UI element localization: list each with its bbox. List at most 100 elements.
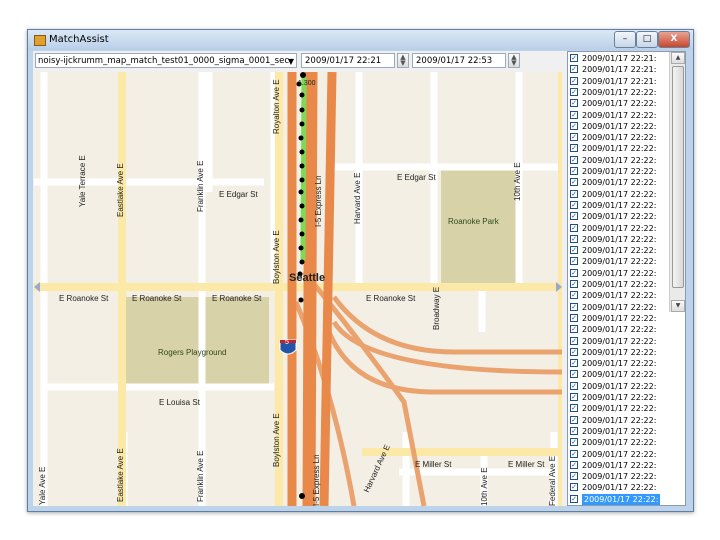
list-item[interactable]: ✓ 2009/01/17 22:22: [568,347,670,358]
timestamp-text: 2009/01/17 22:22: [582,87,657,97]
row-checkbox[interactable]: ✓ [570,313,578,322]
list-item[interactable]: ✓ 2009/01/17 22:22: [568,166,670,177]
end-time-spinner[interactable]: ▲ ▼ [508,53,520,68]
start-time-picker[interactable]: 2009/01/17 22:21 [301,53,395,68]
row-checkbox[interactable]: ✓ [570,234,578,243]
list-item[interactable]: ✓ 2009/01/17 22:22: [568,415,670,426]
list-item[interactable]: ✓ 2009/01/17 22:22: [568,121,670,132]
dropdown-arrow-icon[interactable]: ▼ [288,54,294,67]
row-checkbox[interactable]: ✓ [570,347,578,356]
row-checkbox[interactable]: ✓ [570,336,578,345]
row-checkbox[interactable]: ✓ [570,246,578,255]
row-checkbox[interactable]: ✓ [570,483,578,492]
list-item[interactable]: ✓ 2009/01/17 22:22: [568,245,670,256]
row-checkbox[interactable]: ✓ [570,65,578,74]
timestamp-list[interactable]: ✓ 2009/01/17 22:21: ✓ 2009/01/17 22:21: ✓ 200… [567,51,686,506]
row-checkbox[interactable]: ✓ [570,370,578,379]
list-item[interactable]: ✓ 2009/01/17 22:22: [568,110,670,121]
list-item[interactable]: ✓ 2009/01/17 22:22: [568,87,670,98]
list-item[interactable]: ✓ 2009/01/17 22:22: [568,234,670,245]
list-item[interactable]: ✓ 2009/01/17 22:22: [568,449,670,460]
list-item[interactable]: ✓ 2009/01/17 22:22: [568,313,670,324]
list-item[interactable]: ✓ 2009/01/17 22:22: [568,143,670,154]
row-checkbox[interactable]: ✓ [570,87,578,96]
list-item[interactable]: ✓ 2009/01/17 22:21: [568,64,670,75]
row-checkbox[interactable]: ✓ [570,200,578,209]
start-time-spinner[interactable]: ▲ ▼ [397,53,409,68]
row-checkbox[interactable]: ✓ [570,460,578,469]
row-checkbox[interactable]: ✓ [570,393,578,401]
list-item[interactable]: ✓ 2009/01/17 22:22: [568,155,670,166]
street-label: E Miller St [415,460,452,469]
list-item[interactable]: ✓ 2009/01/17 22:22: [568,223,670,234]
row-checkbox[interactable]: ✓ [570,133,578,142]
list-item[interactable]: ✓ 2009/01/17 22:22: [568,268,670,279]
row-checkbox[interactable]: ✓ [570,415,578,424]
list-item[interactable]: ✓ 2009/01/17 22:22: [568,211,670,222]
close-button[interactable]: X [658,31,690,48]
map-view[interactable]: Yale Terrace E Eastlake Ave E Franklin A… [34,72,562,506]
row-checkbox[interactable]: ✓ [570,280,578,288]
list-item[interactable]: ✓ 2009/01/17 22:22: [568,437,670,448]
scroll-up-icon[interactable]: ▲ [671,52,685,64]
track-file-combo[interactable]: noisy-ijckrumm_map_match_test01_0000_sig… [35,53,297,68]
list-item[interactable]: ✓ 2009/01/17 22:22: [568,290,670,301]
list-item[interactable]: ✓ 2009/01/17 22:22: [568,392,670,403]
list-item[interactable]: ✓ 2009/01/17 22:22: [568,336,670,347]
scroll-thumb[interactable] [672,66,684,288]
list-item[interactable]: ✓ 2009/01/17 22:22: [568,482,670,493]
row-checkbox[interactable]: ✓ [570,268,578,277]
list-item[interactable]: ✓ 2009/01/17 22:22: [568,132,670,143]
row-checkbox[interactable]: ✓ [570,144,578,153]
row-checkbox[interactable]: ✓ [570,404,578,413]
shield-number: 5 [285,339,289,346]
row-checkbox[interactable]: ✓ [570,302,578,311]
row-checkbox[interactable]: ✓ [570,178,578,187]
list-item[interactable]: ✓ 2009/01/17 22:22: [568,381,670,392]
row-checkbox[interactable]: ✓ [570,494,578,503]
list-scrollbar[interactable]: ▲ ▼ [669,52,685,312]
row-checkbox[interactable]: ✓ [570,359,578,368]
row-checkbox[interactable]: ✓ [570,99,578,108]
list-item[interactable]: ✓ 2009/01/17 22:22: [568,177,670,188]
row-checkbox[interactable]: ✓ [570,325,578,334]
end-time-picker[interactable]: 2009/01/17 22:53 [412,53,506,68]
list-item[interactable]: ✓ 2009/01/17 22:22: [568,279,670,290]
row-checkbox[interactable]: ✓ [570,426,578,435]
list-item[interactable]: ✓ 2009/01/17 22:22: [568,200,670,211]
list-item[interactable]: ✓ 2009/01/17 22:22: [568,426,670,437]
list-item[interactable]: ✓ 2009/01/17 22:21: [568,76,670,87]
list-item[interactable]: ✓ 2009/01/17 22:22: [568,369,670,380]
row-checkbox[interactable]: ✓ [570,381,578,390]
title-bar[interactable]: MatchAssist – □ X [28,30,693,50]
list-item[interactable]: ✓ 2009/01/17 22:22: [568,358,670,369]
map-canvas[interactable] [34,72,562,506]
row-checkbox[interactable]: ✓ [570,257,578,266]
row-checkbox[interactable]: ✓ [570,167,578,175]
minimize-button[interactable]: – [614,31,636,48]
list-item[interactable]: ✓ 2009/01/17 22:22: [568,493,670,505]
row-checkbox[interactable]: ✓ [570,212,578,221]
list-item[interactable]: ✓ 2009/01/17 22:22: [568,302,670,313]
row-checkbox[interactable]: ✓ [570,223,578,232]
list-item[interactable]: ✓ 2009/01/17 22:22: [568,324,670,335]
row-checkbox[interactable]: ✓ [570,121,578,130]
list-item[interactable]: ✓ 2009/01/17 22:21: [568,53,670,64]
row-checkbox[interactable]: ✓ [570,189,578,198]
list-item[interactable]: ✓ 2009/01/17 22:22: [568,256,670,267]
row-checkbox[interactable]: ✓ [570,472,578,481]
row-checkbox[interactable]: ✓ [570,155,578,164]
list-item[interactable]: ✓ 2009/01/17 22:22: [568,471,670,482]
row-checkbox[interactable]: ✓ [570,291,578,300]
row-checkbox[interactable]: ✓ [570,438,578,447]
row-checkbox[interactable]: ✓ [570,449,578,458]
list-item[interactable]: ✓ 2009/01/17 22:22: [568,460,670,471]
list-item[interactable]: ✓ 2009/01/17 22:22: [568,403,670,414]
list-item[interactable]: ✓ 2009/01/17 22:22: [568,98,670,109]
row-checkbox[interactable]: ✓ [570,76,578,85]
row-checkbox[interactable]: ✓ [570,54,578,62]
maximize-button[interactable]: □ [636,31,658,48]
list-item[interactable]: ✓ 2009/01/17 22:22: [568,189,670,200]
scroll-down-icon[interactable]: ▼ [671,300,685,312]
row-checkbox[interactable]: ✓ [570,110,578,119]
